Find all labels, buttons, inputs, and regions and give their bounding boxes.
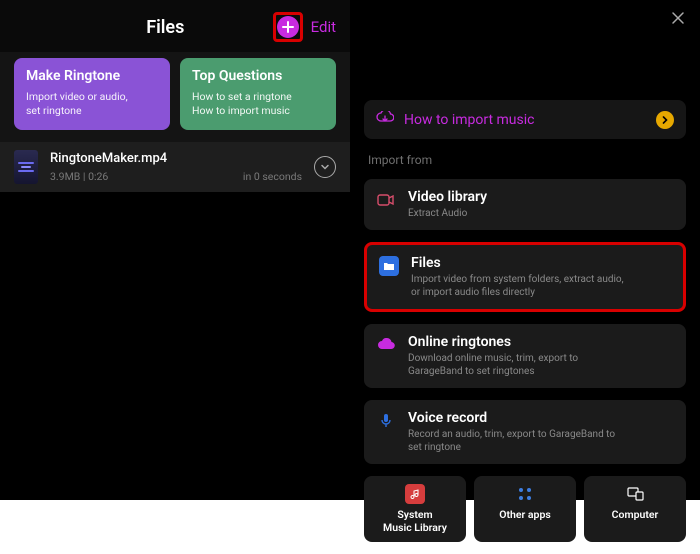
edit-button[interactable]: Edit bbox=[311, 18, 336, 36]
card-sub: How to set a ringtone How to import musi… bbox=[192, 90, 324, 118]
computer-icon bbox=[625, 484, 645, 504]
card-make-ringtone[interactable]: Make Ringtone Import video or audio, set… bbox=[14, 58, 170, 130]
item-body: Online ringtones Download online music, … bbox=[408, 334, 578, 378]
header: Files Edit bbox=[0, 0, 350, 52]
plus-icon bbox=[282, 21, 294, 33]
section-label: Import from bbox=[350, 139, 700, 173]
tile-label: Other apps bbox=[499, 509, 551, 522]
file-row[interactable]: RingtoneMaker.mp4 3.9MB | 0:26 in 0 seco… bbox=[0, 142, 350, 192]
expand-button[interactable] bbox=[314, 156, 336, 178]
file-meta: RingtoneMaker.mp4 3.9MB | 0:26 in 0 seco… bbox=[50, 151, 302, 183]
import-sheet: How to import music Import from Video li… bbox=[350, 0, 700, 500]
highlight-add bbox=[273, 12, 303, 42]
item-sub: Record an audio, trim, export to GarageB… bbox=[408, 428, 615, 454]
file-name: RingtoneMaker.mp4 bbox=[50, 151, 302, 166]
files-screen: Files Edit Make Ringtone Import video or… bbox=[0, 0, 350, 500]
hint-text: How to import music bbox=[404, 112, 646, 128]
import-voice-record[interactable]: Voice record Record an audio, trim, expo… bbox=[364, 400, 686, 464]
video-icon bbox=[376, 190, 396, 210]
cloud-download-icon bbox=[376, 110, 394, 129]
close-row bbox=[350, 0, 700, 30]
import-files[interactable]: Files Import video from system folders, … bbox=[364, 242, 686, 312]
item-title: Video library bbox=[408, 189, 487, 205]
close-icon bbox=[670, 10, 686, 26]
item-title: Online ringtones bbox=[408, 334, 578, 350]
chevron-right-icon bbox=[661, 116, 669, 124]
mic-icon bbox=[376, 411, 396, 431]
arrow-button[interactable] bbox=[656, 111, 674, 129]
tile-label: Computer bbox=[612, 509, 659, 522]
import-online-ringtones[interactable]: Online ringtones Download online music, … bbox=[364, 324, 686, 388]
item-title: Voice record bbox=[408, 410, 615, 426]
music-library-icon bbox=[405, 484, 425, 504]
bottom-row: System Music Library Other apps Computer bbox=[350, 470, 700, 554]
cloud-music-icon bbox=[376, 335, 396, 355]
tile-label: System Music Library bbox=[383, 509, 447, 534]
item-body: Files Import video from system folders, … bbox=[411, 255, 624, 299]
card-sub: Import video or audio, set ringtone bbox=[26, 90, 158, 118]
page-title: Files bbox=[58, 17, 273, 38]
file-thumb-icon bbox=[14, 150, 38, 184]
file-age: in 0 seconds bbox=[243, 170, 302, 183]
file-info: 3.9MB | 0:26 in 0 seconds bbox=[50, 170, 302, 183]
item-sub: Download online music, trim, export to G… bbox=[408, 352, 578, 378]
tile-computer[interactable]: Computer bbox=[584, 476, 686, 542]
item-body: Voice record Record an audio, trim, expo… bbox=[408, 410, 615, 454]
item-body: Video library Extract Audio bbox=[408, 189, 487, 220]
tile-system-music[interactable]: System Music Library bbox=[364, 476, 466, 542]
tile-other-apps[interactable]: Other apps bbox=[474, 476, 576, 542]
import-video-library[interactable]: Video library Extract Audio bbox=[364, 179, 686, 230]
add-button[interactable] bbox=[277, 16, 299, 38]
file-size-duration: 3.9MB | 0:26 bbox=[50, 170, 108, 183]
card-top-questions[interactable]: Top Questions How to set a ringtone How … bbox=[180, 58, 336, 130]
cards-row: Make Ringtone Import video or audio, set… bbox=[0, 52, 350, 142]
close-button[interactable] bbox=[670, 10, 686, 30]
how-to-import-row[interactable]: How to import music bbox=[364, 100, 686, 139]
card-title: Make Ringtone bbox=[26, 68, 158, 84]
item-title: Files bbox=[411, 255, 624, 271]
apps-grid-icon bbox=[515, 484, 535, 504]
card-title: Top Questions bbox=[192, 68, 324, 84]
chevron-down-icon bbox=[320, 162, 330, 172]
folder-icon bbox=[379, 256, 399, 276]
header-actions: Edit bbox=[273, 12, 336, 42]
item-sub: Import video from system folders, extrac… bbox=[411, 273, 624, 299]
item-sub: Extract Audio bbox=[408, 207, 487, 220]
